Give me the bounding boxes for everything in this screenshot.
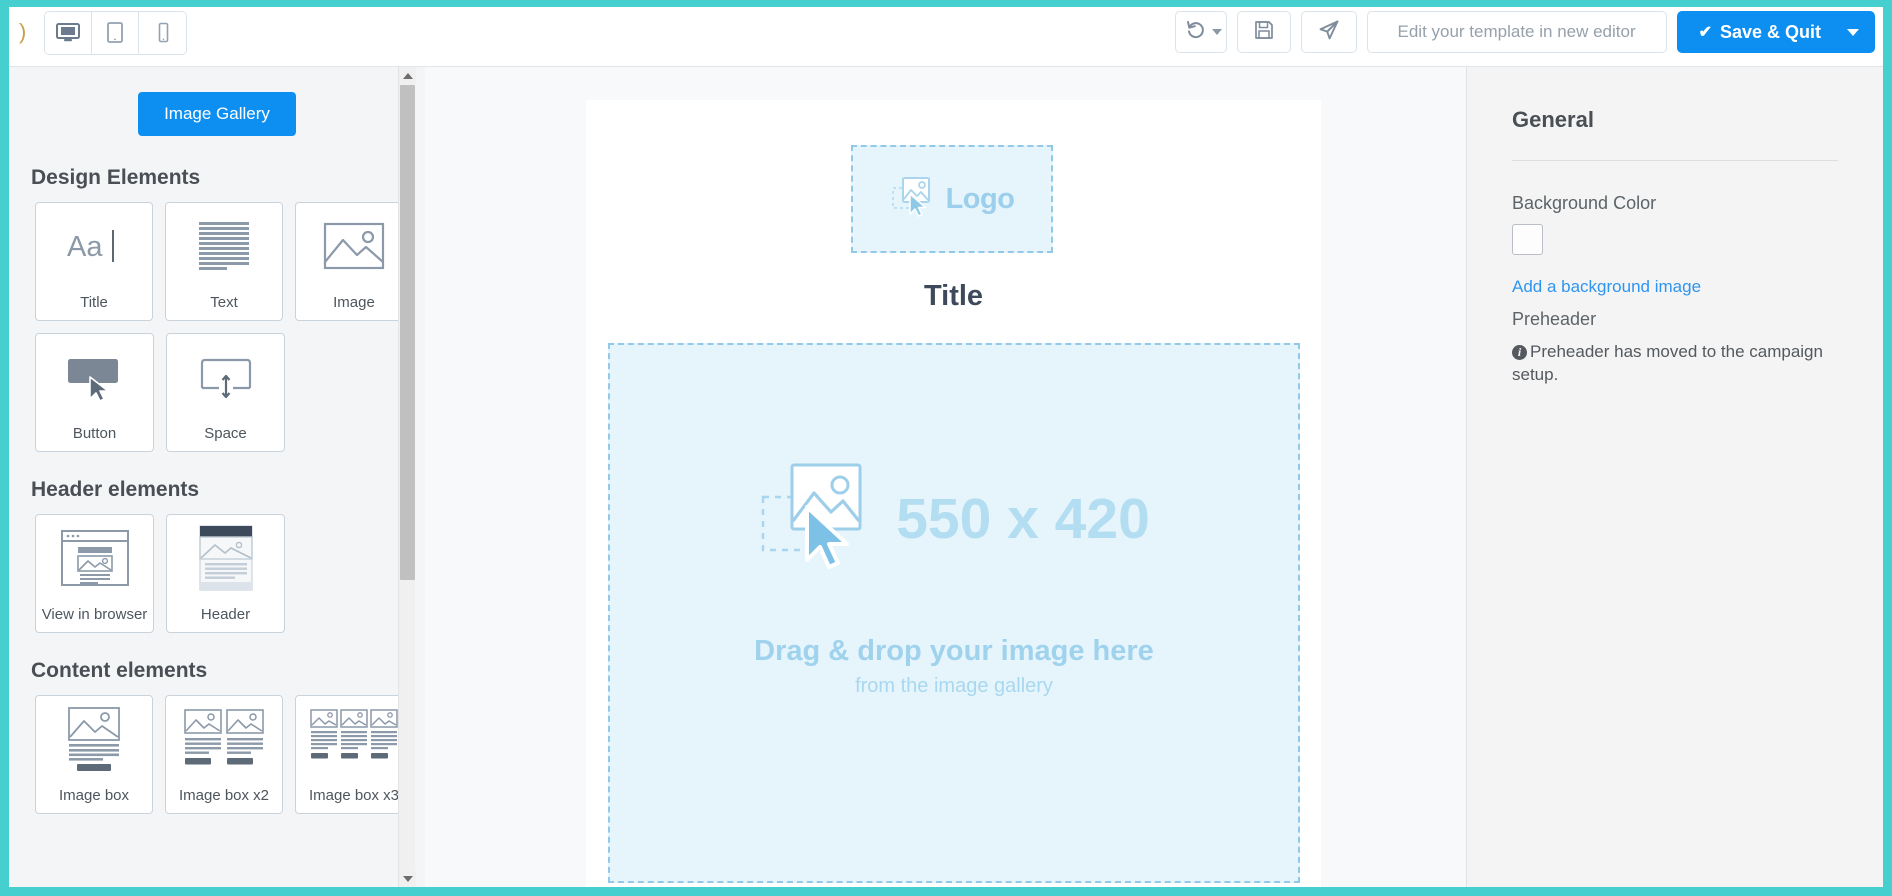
tablet-view-button[interactable]	[92, 12, 139, 54]
undo-history-icon	[1185, 19, 1207, 46]
paper-plane-send-icon	[1317, 18, 1341, 47]
chevron-down-icon	[1212, 29, 1223, 35]
title-aa-icon: Aa	[65, 225, 123, 272]
toolbar-actions: Edit your template in new editor ✔ Save …	[1174, 11, 1875, 53]
undo-history-button[interactable]	[1174, 11, 1227, 53]
desktop-view-button[interactable]	[45, 12, 92, 54]
scroll-up-button[interactable]	[399, 67, 416, 84]
dropzone-icon-row: 550 x 420	[610, 455, 1298, 582]
element-card-button[interactable]: Button	[35, 333, 154, 452]
dropzone-primary-text: Drag & drop your image here	[754, 635, 1154, 667]
device-preview-toggle-group	[44, 11, 187, 55]
mobile-icon	[156, 21, 170, 45]
element-card-label: Title	[80, 293, 108, 311]
email-body: Logo Title 550 x 420 Drag & drop your im…	[586, 100, 1321, 887]
content-elements-row-1: Image box Image box x2 Image box x3	[35, 695, 413, 814]
background-color-swatch[interactable]	[1512, 224, 1543, 255]
triangle-down-icon	[402, 875, 413, 882]
image-gallery-button[interactable]: Image Gallery	[138, 92, 296, 136]
triangle-up-icon	[402, 72, 413, 79]
element-card-label: Image box x3	[308, 786, 400, 804]
element-card-label: Text	[210, 293, 238, 311]
panel-handle-glyph: )	[19, 19, 26, 44]
preheader-info-text: Preheader has moved to the campaign setu…	[1512, 342, 1823, 384]
element-card-image-box-x2[interactable]: Image box x2	[165, 695, 283, 814]
check-icon: ✔	[1698, 24, 1712, 41]
image-box-x3-icon	[310, 705, 398, 778]
template-canvas: Logo Title 550 x 420 Drag & drop your im…	[425, 67, 1466, 887]
background-color-label: Background Color	[1512, 193, 1657, 213]
save-and-quit-dropdown-button[interactable]	[1841, 11, 1875, 53]
save-and-quit-label: Save & Quit	[1719, 21, 1821, 42]
element-card-label: Header	[200, 605, 251, 623]
element-card-label: Image box x2	[178, 786, 270, 804]
scrollbar-thumb[interactable]	[400, 85, 415, 580]
section-heading-header-elements: Header elements	[31, 478, 200, 501]
email-title-block[interactable]: Title	[586, 280, 1321, 313]
svg-text:Aa: Aa	[67, 231, 103, 263]
design-elements-row-1: Aa Title Text Image	[35, 202, 413, 321]
save-and-quit-control: ✔ Save & Quit	[1676, 11, 1875, 53]
design-elements-row-2: Button Space	[35, 333, 413, 452]
tablet-icon	[105, 21, 125, 45]
dropzone-secondary-text: from the image gallery	[855, 675, 1053, 697]
element-card-label: View in browser	[41, 605, 148, 623]
element-card-image[interactable]: Image	[295, 202, 413, 321]
properties-panel: General Background Color Add a backgroun…	[1466, 67, 1883, 887]
preheader-label: Preheader	[1512, 309, 1597, 329]
scroll-down-button[interactable]	[399, 870, 416, 887]
editor-window: ) Edit your template in new editor ✔ Sav…	[0, 0, 1892, 896]
element-card-space[interactable]: Space	[166, 333, 285, 452]
mobile-view-button[interactable]	[139, 12, 186, 54]
save-draft-button[interactable]	[1236, 11, 1291, 53]
image-placeholder-icon	[323, 222, 385, 275]
element-card-text[interactable]: Text	[165, 202, 283, 321]
image-dropzone[interactable]: 550 x 420 Drag & drop your image here fr…	[608, 343, 1300, 883]
image-box-icon	[63, 705, 125, 778]
elements-sidebar: Image Gallery Design Elements Aa Title T…	[9, 67, 425, 887]
element-card-image-box-x3[interactable]: Image box x3	[295, 695, 413, 814]
logo-placeholder-label: Logo	[945, 182, 1015, 215]
element-card-label: Image	[333, 293, 375, 311]
save-and-quit-button[interactable]: ✔ Save & Quit	[1677, 11, 1841, 53]
text-lines-icon	[196, 220, 252, 277]
browser-window-icon	[60, 529, 130, 592]
sidebar-scrollbar[interactable]	[398, 67, 416, 887]
element-card-view-in-browser[interactable]: View in browser	[35, 514, 154, 633]
logo-placeholder-block[interactable]: Logo	[851, 145, 1053, 253]
element-card-label: Image box	[58, 786, 130, 804]
floppy-save-icon	[1254, 20, 1274, 45]
chevron-down-icon	[1847, 28, 1859, 36]
element-card-title[interactable]: Aa Title	[35, 202, 153, 321]
header-block-icon	[198, 524, 254, 597]
image-drag-icon	[890, 174, 942, 225]
desktop-icon	[55, 22, 81, 44]
button-cursor-icon	[64, 353, 126, 406]
element-card-label: Button	[72, 424, 117, 442]
divider	[1512, 160, 1838, 161]
send-test-button[interactable]	[1300, 11, 1357, 53]
add-background-image-link[interactable]: Add a background image	[1512, 277, 1838, 297]
image-box-x2-icon	[183, 705, 265, 778]
vertical-space-icon	[195, 355, 257, 404]
image-drag-icon	[758, 455, 884, 582]
edit-in-new-editor-button[interactable]: Edit your template in new editor	[1366, 11, 1667, 53]
dropzone-dimensions-label: 550 x 420	[896, 486, 1150, 551]
info-icon: i	[1512, 345, 1527, 360]
element-card-image-box[interactable]: Image box	[35, 695, 153, 814]
preheader-info-message: i Preheader has moved to the campaign set…	[1512, 341, 1838, 387]
section-heading-content-elements: Content elements	[31, 659, 208, 682]
element-card-header[interactable]: Header	[166, 514, 285, 633]
element-card-label: Space	[204, 424, 247, 442]
properties-panel-title: General	[1512, 107, 1594, 132]
top-toolbar: ) Edit your template in new editor ✔ Sav…	[9, 7, 1883, 67]
header-elements-row-1: View in browser Header	[35, 514, 413, 633]
section-heading-design-elements: Design Elements	[31, 166, 201, 189]
